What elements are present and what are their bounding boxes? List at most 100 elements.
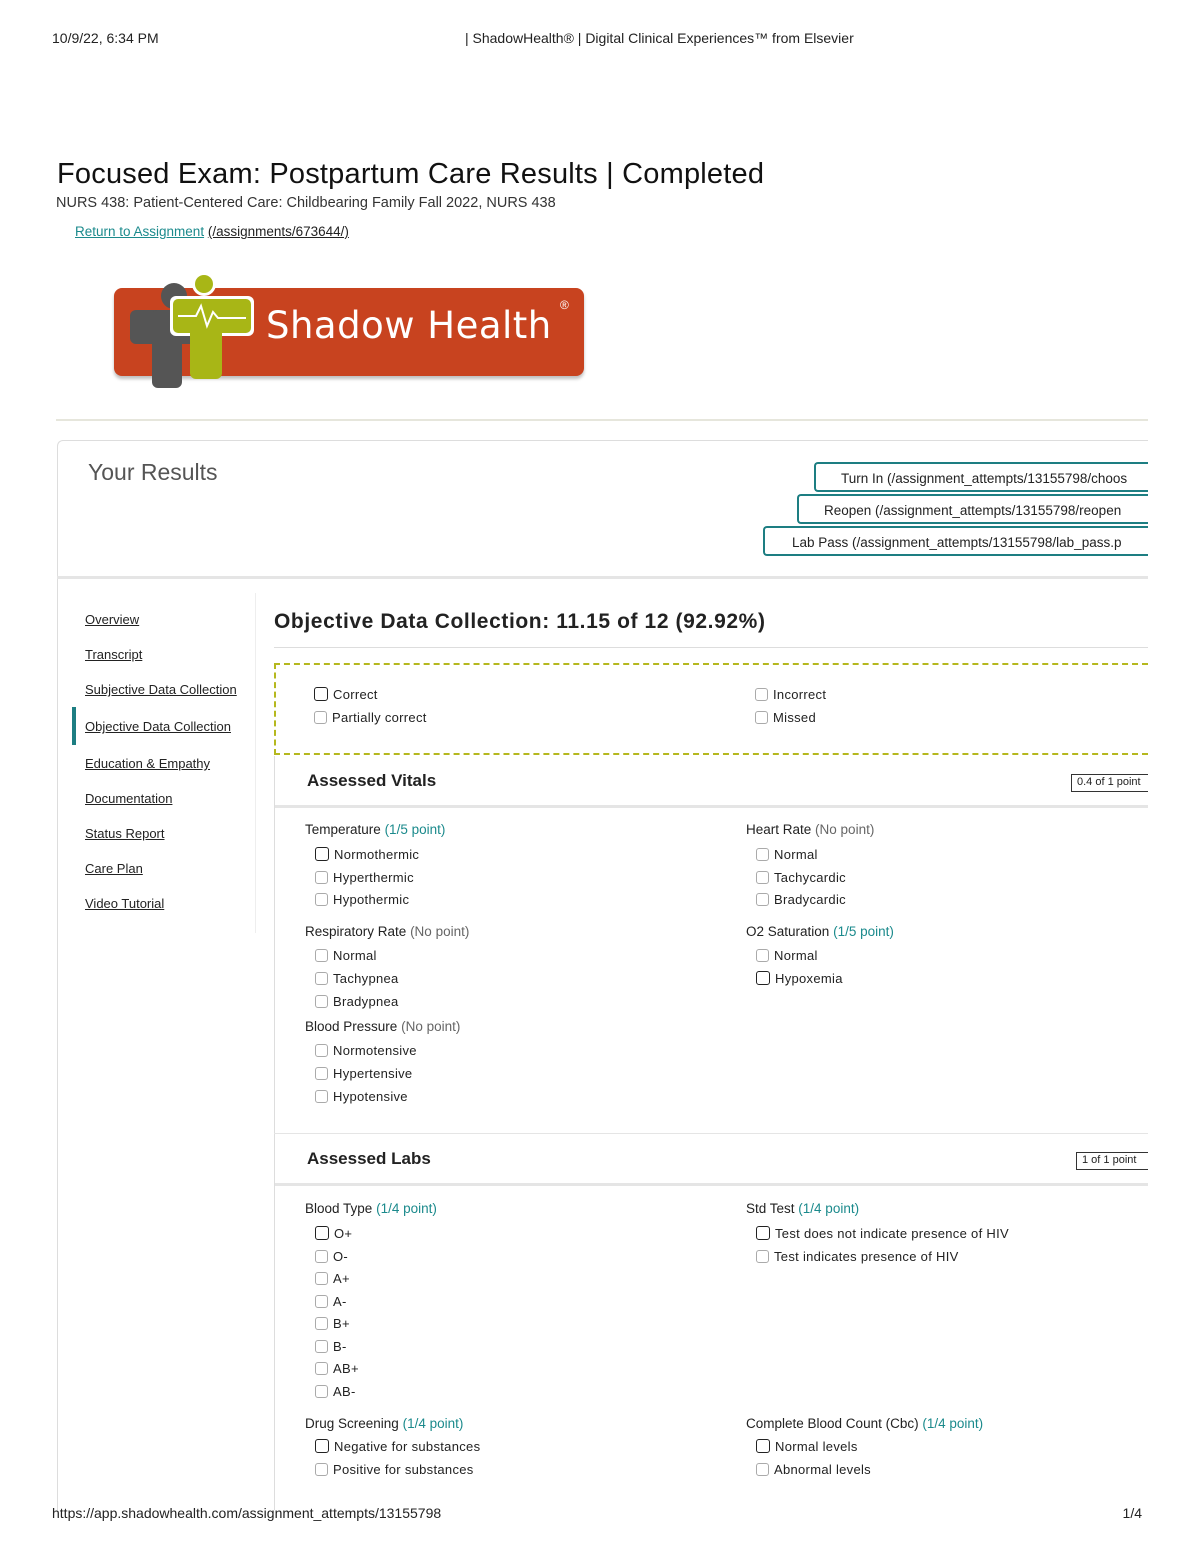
print-page-title: | ShadowHealth® | Digital Clinical Exper… [465,30,854,46]
temperature-label: Temperature (1/5 point) [305,822,446,837]
course-name: NURS 438: Patient-Centered Care: Childbe… [56,195,556,211]
option-item: AB- [315,1384,356,1399]
shadow-health-logo: Shadow Health ® [108,268,586,392]
score-badge: 1 of 1 point [1076,1152,1148,1170]
std-test-label: Std Test (1/4 point) [746,1201,860,1216]
checkbox-icon [756,971,770,985]
checkbox-icon [315,1044,328,1057]
heart-rate-label: Heart Rate (No point) [746,822,875,837]
checkbox-icon [756,1250,769,1263]
checkbox-icon [315,1250,328,1263]
score-badge: 0.4 of 1 point [1071,774,1148,792]
checkbox-icon [756,949,769,962]
o2-saturation-label: O2 Saturation (1/5 point) [746,924,894,939]
logo-wordmark: Shadow Health [266,304,552,347]
blood-type-label: Blood Type (1/4 point) [305,1201,437,1216]
result-legend: Correct Partially correct Incorrect Miss… [274,663,1148,755]
checkbox-icon [315,949,328,962]
respiratory-rate-label: Respiratory Rate (No point) [305,924,470,939]
checkbox-icon [756,871,769,884]
option-item: Normal [315,948,377,963]
assessed-labs-card: Assessed Labs 1 of 1 point Blood Type (1… [274,1134,1148,1510]
option-item: Hypotensive [315,1089,408,1104]
option-item: Normal levels [756,1439,858,1454]
option-item: Tachypnea [315,971,399,986]
drug-screening-label: Drug Screening (1/4 point) [305,1416,464,1431]
option-item: AB+ [315,1361,359,1376]
option-item: Bradypnea [315,994,399,1009]
nav-video-tutorial[interactable]: Video Tutorial [85,896,164,911]
assessed-vitals-card: Assessed Vitals 0.4 of 1 point Temperatu… [274,756,1148,1134]
blood-pressure-label: Blood Pressure (No point) [305,1019,461,1034]
checkbox-icon [756,848,769,861]
legend-missed: Missed [755,710,816,725]
checkbox-icon [756,1463,769,1476]
option-item: Hyperthermic [315,870,414,885]
checkbox-icon [755,711,768,724]
option-item: B- [315,1339,347,1354]
header-divider [56,419,1148,421]
option-item: Positive for substances [315,1462,474,1477]
reopen-button[interactable]: Reopen (/assignment_attempts/13155798/re… [797,494,1148,524]
option-item: A+ [315,1271,350,1286]
checkbox-icon [315,1463,328,1476]
option-item: O- [315,1249,348,1264]
checkbox-icon [315,972,328,985]
checkbox-icon [314,687,328,701]
print-footer: https://app.shadowhealth.com/assignment_… [52,1505,1148,1525]
option-item: Bradycardic [756,892,846,907]
checkbox-icon [315,893,328,906]
page-title: Focused Exam: Postpartum Care Results | … [57,158,765,190]
option-item: Hypertensive [315,1066,412,1081]
print-page-number: 1/4 [1122,1505,1142,1521]
logo-registered-mark: ® [560,298,569,312]
option-item: Normotensive [315,1043,417,1058]
checkbox-icon [755,688,768,701]
card-title: Assessed Labs [307,1149,431,1168]
print-date: 10/9/22, 6:34 PM [52,30,159,46]
option-item: Abnormal levels [756,1462,871,1477]
print-url: https://app.shadowhealth.com/assignment_… [52,1505,442,1521]
checkbox-icon [315,995,328,1008]
checkbox-icon [315,1317,328,1330]
option-item: B+ [315,1316,350,1331]
card-title: Assessed Vitals [307,771,437,790]
nav-overview[interactable]: Overview [85,612,139,627]
card-header: Assessed Vitals 0.4 of 1 point [275,756,1148,808]
checkbox-icon [315,1067,328,1080]
turn-in-button[interactable]: Turn In (/assignment_attempts/13155798/c… [814,462,1148,492]
checkbox-icon [315,1340,328,1353]
legend-incorrect: Incorrect [755,687,826,702]
checkbox-icon [315,1362,328,1375]
section-title: Objective Data Collection: 11.15 of 12 (… [274,610,766,633]
legend-partially-correct: Partially correct [314,710,427,725]
nav-subjective-data-collection[interactable]: Subjective Data Collection [85,682,237,697]
nav-education-empathy[interactable]: Education & Empathy [85,756,210,771]
checkbox-icon [315,1090,328,1103]
nav-transcript[interactable]: Transcript [85,647,142,662]
nav-status-report[interactable]: Status Report [85,826,165,841]
section-title-rule [274,647,1148,648]
active-nav-indicator [72,707,76,745]
lab-pass-button[interactable]: Lab Pass (/assignment_attempts/13155798/… [763,526,1148,556]
return-to-assignment-link[interactable]: Return to Assignment (/assignments/67364… [75,224,349,239]
option-item: Normal [756,948,818,963]
option-item: O+ [315,1226,352,1241]
panel-divider [57,576,1148,579]
checkbox-icon [315,1439,329,1453]
checkbox-icon [756,893,769,906]
checkbox-icon [756,1439,770,1453]
option-item: Normal [756,847,818,862]
nav-care-plan[interactable]: Care Plan [85,861,143,876]
legend-correct: Correct [314,687,378,702]
nav-objective-data-collection[interactable]: Objective Data Collection [85,719,231,734]
checkbox-icon [315,871,328,884]
checkbox-icon [314,711,327,724]
return-link-label[interactable]: Return to Assignment [75,224,204,239]
option-item: Negative for substances [315,1439,480,1454]
option-item: Test does not indicate presence of HIV [756,1226,1009,1241]
your-results-heading: Your Results [88,459,218,485]
results-sidebar: Overview Transcript Subjective Data Coll… [72,593,256,933]
nav-documentation[interactable]: Documentation [85,791,172,806]
checkbox-icon [315,847,329,861]
